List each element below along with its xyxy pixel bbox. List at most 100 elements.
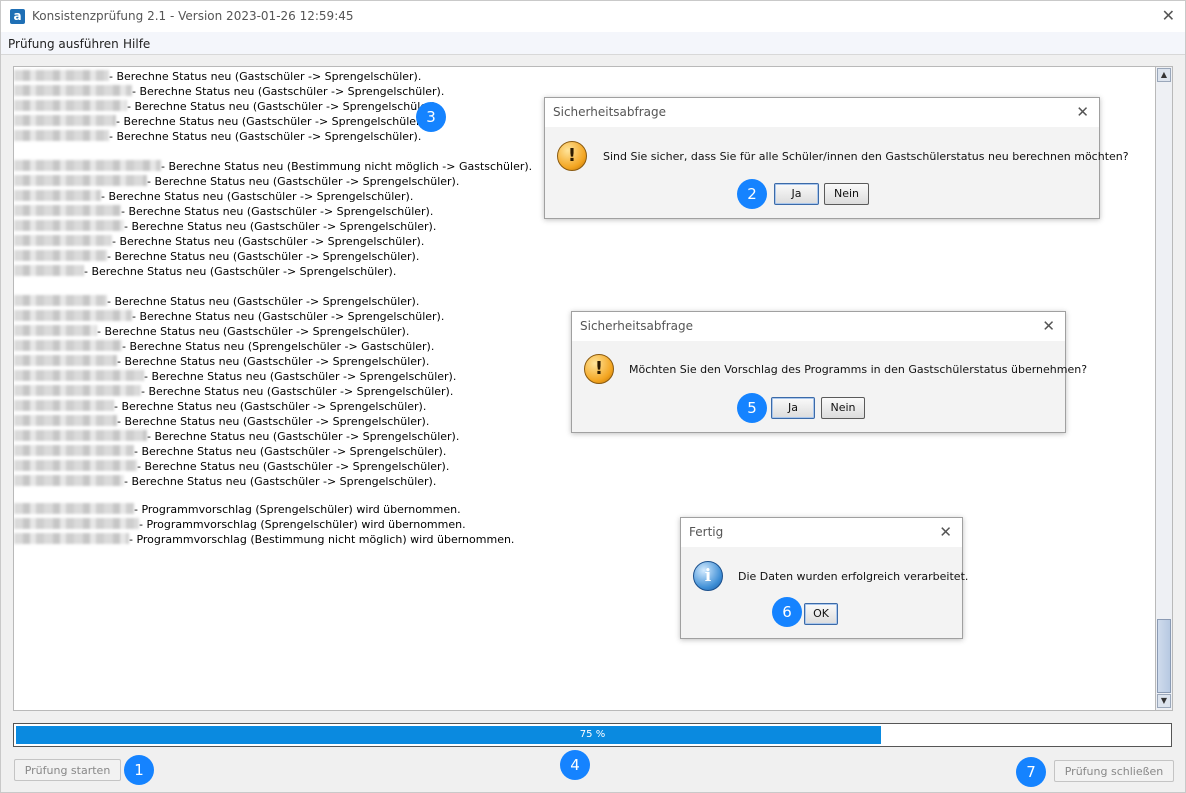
menu-hilfe[interactable]: Hilfe — [123, 37, 150, 51]
log-line-text: - Berechne Status neu (Gastschüler -> Sp… — [137, 460, 450, 473]
confirm-dialog-apply-suggestion: Sicherheitsabfrage ✕ ! Möchten Sie den V… — [571, 311, 1087, 433]
redacted-name — [14, 160, 161, 171]
redacted-name — [14, 205, 121, 216]
redacted-name — [14, 250, 107, 261]
ok-button[interactable]: OK — [804, 603, 838, 625]
redacted-name — [14, 385, 141, 396]
redacted-name — [14, 460, 137, 471]
log-line: - Berechne Status neu (Gastschüler -> Sp… — [14, 189, 413, 204]
log-line: - Berechne Status neu (Gastschüler -> Sp… — [14, 249, 419, 264]
redacted-name — [14, 130, 109, 141]
log-line: - Berechne Status neu (Gastschüler -> Sp… — [14, 204, 433, 219]
log-line: - Berechne Status neu (Gastschüler -> Sp… — [14, 234, 424, 249]
yes-button[interactable]: Ja — [771, 397, 815, 419]
log-line-text: - Berechne Status neu (Gastschüler -> Sp… — [132, 310, 445, 323]
log-line-text: - Berechne Status neu (Gastschüler -> Sp… — [147, 175, 460, 188]
yes-button[interactable]: Ja — [774, 183, 819, 205]
step-badge-4: 4 — [560, 750, 590, 780]
redacted-name — [14, 400, 114, 411]
dialog-close-button[interactable]: ✕ — [1076, 98, 1089, 127]
log-line-text: - Programmvorschlag (Sprengelschüler) wi… — [134, 503, 461, 516]
no-button[interactable]: Nein — [824, 183, 869, 205]
log-line-text: - Berechne Status neu (Gastschüler -> Sp… — [116, 115, 429, 128]
log-line-text: - Berechne Status neu (Gastschüler -> Sp… — [117, 355, 430, 368]
log-line: - Berechne Status neu (Gastschüler -> Sp… — [14, 324, 409, 339]
log-line: - Berechne Status neu (Gastschüler -> Sp… — [14, 399, 426, 414]
log-line: - Berechne Status neu (Gastschüler -> Sp… — [14, 129, 421, 144]
log-line-text: - Berechne Status neu (Sprengelschüler -… — [122, 340, 435, 353]
log-line-text: - Berechne Status neu (Gastschüler -> Sp… — [107, 250, 420, 263]
redacted-name — [14, 518, 139, 529]
log-line: - Berechne Status neu (Gastschüler -> Sp… — [14, 459, 449, 474]
log-line: - Berechne Status neu (Bestimmung nicht … — [14, 159, 532, 174]
step-badge-2: 2 — [737, 179, 767, 209]
dialog-message: Die Daten wurden erfolgreich verarbeitet… — [738, 570, 969, 583]
redacted-name — [14, 235, 112, 246]
dialog-title: Sicherheitsabfrage — [545, 98, 1099, 127]
log-line: - Berechne Status neu (Gastschüler -> Sp… — [14, 114, 428, 129]
redacted-name — [14, 503, 134, 514]
step-badge-6: 6 — [772, 597, 802, 627]
warning-icon: ! — [584, 354, 614, 384]
log-line-text: - Berechne Status neu (Gastschüler -> Sp… — [112, 235, 425, 248]
redacted-name — [14, 70, 109, 81]
log-line-text: - Berechne Status neu (Gastschüler -> Sp… — [109, 130, 422, 143]
log-line-text: - Berechne Status neu (Gastschüler -> Sp… — [144, 370, 457, 383]
log-scrollbar[interactable]: ▲ ▼ — [1155, 66, 1173, 711]
window-close-button[interactable]: ✕ — [1162, 7, 1175, 25]
dialog-close-button[interactable]: ✕ — [939, 518, 952, 547]
redacted-name — [14, 100, 127, 111]
log-line-text: - Berechne Status neu (Gastschüler -> Sp… — [121, 205, 434, 218]
menu-bar: Prüfung ausführen Hilfe — [1, 32, 1185, 55]
log-line: - Berechne Status neu (Gastschüler -> Sp… — [14, 309, 444, 324]
dialog-close-button[interactable]: ✕ — [1042, 312, 1055, 341]
log-line-text: - Berechne Status neu (Gastschüler -> Sp… — [134, 445, 447, 458]
log-line: - Programmvorschlag (Sprengelschüler) wi… — [14, 517, 466, 532]
redacted-name — [14, 325, 97, 336]
redacted-name — [14, 310, 132, 321]
dialog-title: Fertig — [681, 518, 962, 547]
menu-pruefung-ausfuehren[interactable]: Prüfung ausführen — [8, 37, 119, 51]
redacted-name — [14, 430, 147, 441]
redacted-name — [14, 295, 107, 306]
log-line: - Berechne Status neu (Gastschüler -> Sp… — [14, 294, 419, 309]
step-badge-5: 5 — [737, 393, 767, 423]
log-line: - Berechne Status neu (Sprengelschüler -… — [14, 339, 434, 354]
no-button[interactable]: Nein — [821, 397, 865, 419]
redacted-name — [14, 445, 134, 456]
close-check-button[interactable]: Prüfung schließen — [1054, 760, 1174, 782]
log-line-text: - Berechne Status neu (Gastschüler -> Sp… — [84, 265, 397, 278]
log-line: - Berechne Status neu (Gastschüler -> Sp… — [14, 264, 396, 279]
log-line: - Berechne Status neu (Gastschüler -> Sp… — [14, 99, 439, 114]
log-line-text: - Berechne Status neu (Gastschüler -> Sp… — [117, 415, 430, 428]
redacted-name — [14, 370, 144, 381]
log-line-text: - Berechne Status neu (Gastschüler -> Sp… — [127, 100, 440, 113]
step-badge-7: 7 — [1016, 757, 1046, 787]
scroll-down-arrow-icon[interactable]: ▼ — [1157, 694, 1171, 708]
dialog-title: Sicherheitsabfrage — [572, 312, 1065, 341]
log-line: - Berechne Status neu (Gastschüler -> Sp… — [14, 174, 459, 189]
log-line-text: - Berechne Status neu (Gastschüler -> Sp… — [141, 385, 454, 398]
log-line: - Berechne Status neu (Gastschüler -> Sp… — [14, 474, 436, 489]
dialog-message: Möchten Sie den Vorschlag des Programms … — [629, 363, 1088, 376]
log-line-text: - Berechne Status neu (Gastschüler -> Sp… — [109, 70, 422, 83]
title-bar: a Konsistenzprüfung 2.1 - Version 2023-0… — [1, 1, 1185, 32]
log-line-text: - Berechne Status neu (Gastschüler -> Sp… — [97, 325, 410, 338]
log-line-text: - Berechne Status neu (Gastschüler -> Sp… — [124, 475, 437, 488]
log-line: - Programmvorschlag (Bestimmung nicht mö… — [14, 532, 514, 547]
scrollbar-thumb[interactable] — [1157, 619, 1171, 693]
progress-label: 75 % — [579, 729, 606, 740]
start-check-button[interactable]: Prüfung starten — [14, 759, 121, 781]
step-badge-3: 3 — [416, 102, 446, 132]
log-line-text: - Berechne Status neu (Gastschüler -> Sp… — [132, 85, 445, 98]
log-line: - Berechne Status neu (Gastschüler -> Sp… — [14, 354, 429, 369]
log-line: - Berechne Status neu (Gastschüler -> Sp… — [14, 369, 456, 384]
scroll-up-arrow-icon[interactable]: ▲ — [1157, 68, 1171, 82]
log-line: - Berechne Status neu (Gastschüler -> Sp… — [14, 219, 436, 234]
redacted-name — [14, 175, 147, 186]
log-line: - Programmvorschlag (Sprengelschüler) wi… — [14, 502, 461, 517]
redacted-name — [14, 475, 124, 486]
log-line: - Berechne Status neu (Gastschüler -> Sp… — [14, 84, 444, 99]
log-line-text: - Programmvorschlag (Sprengelschüler) wi… — [139, 518, 466, 531]
redacted-name — [14, 533, 129, 544]
